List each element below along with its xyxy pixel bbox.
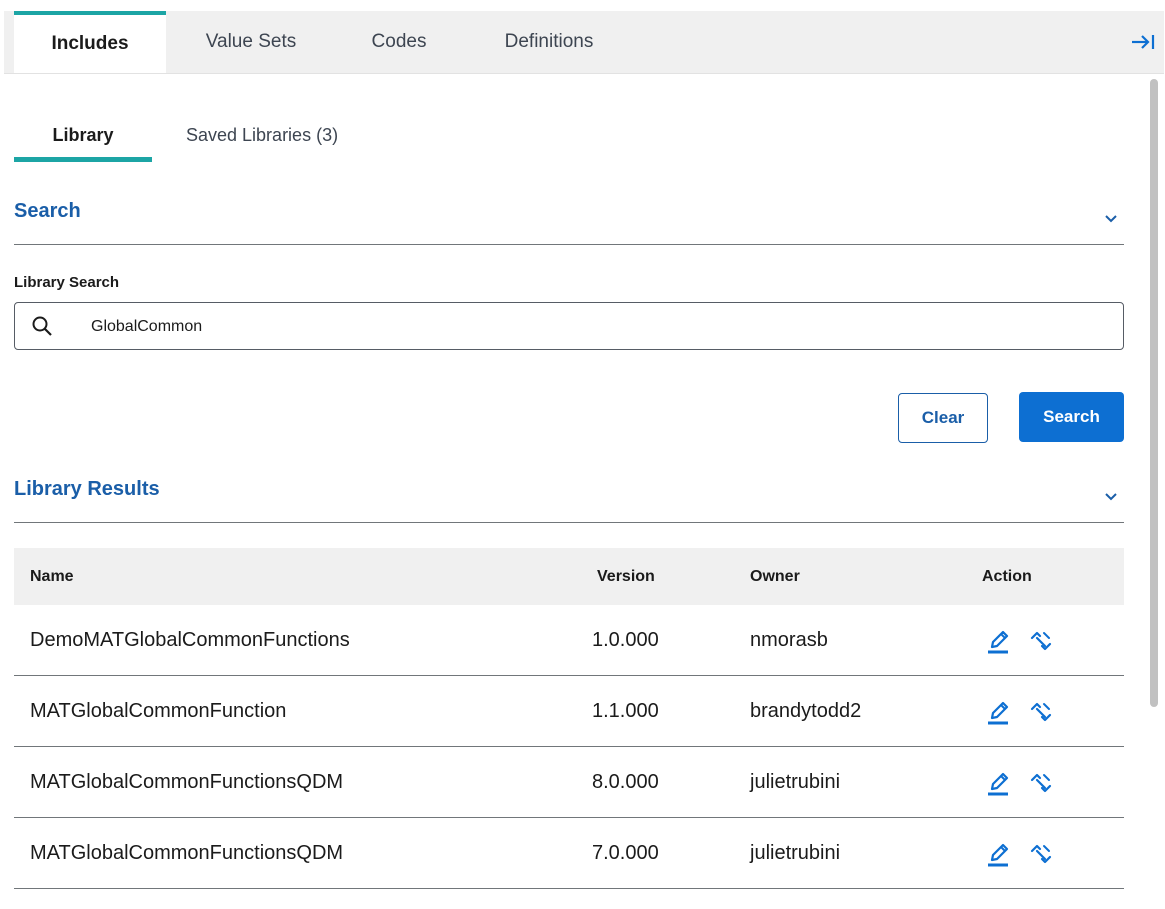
- table-row: MATGlobalCommonFunctionsQDM 8.0.000 juli…: [14, 747, 1124, 818]
- library-name-cell: DemoMATGlobalCommonFunctions: [30, 629, 350, 651]
- top-tab-bar: Includes Value Sets Codes Definitions: [4, 11, 1164, 74]
- library-name-cell: MATGlobalCommonFunctionsQDM: [30, 771, 344, 793]
- column-header-action: Action: [982, 568, 1032, 585]
- library-owner-cell: julietrubini: [750, 771, 841, 793]
- table-row: DemoMATGlobalCommonFunctions 1.0.000 nmo…: [14, 605, 1124, 676]
- library-search-label: Library Search: [14, 274, 120, 291]
- library-search-box: [14, 302, 1124, 350]
- edit-icon[interactable]: [986, 840, 1012, 868]
- table-header: Name Version Owner Action: [14, 548, 1124, 605]
- search-button[interactable]: Search: [1019, 392, 1124, 442]
- search-icon: [32, 316, 52, 336]
- tab-codes[interactable]: Codes: [344, 11, 454, 73]
- library-version-cell: 8.0.000: [592, 771, 659, 793]
- vertical-scrollbar[interactable]: [1148, 79, 1158, 909]
- library-results-table: Name Version Owner Action DemoMATGlobalC…: [14, 548, 1124, 889]
- library-results-title: Library Results: [14, 478, 160, 500]
- table-row: MATGlobalCommonFunctionsQDM 7.0.000 juli…: [14, 818, 1124, 889]
- tab-includes[interactable]: Includes: [14, 11, 166, 73]
- table-row: MATGlobalCommonFunction 1.1.000 brandyto…: [14, 676, 1124, 747]
- search-section-title: Search: [14, 200, 81, 222]
- unlink-icon[interactable]: [1028, 769, 1054, 797]
- library-version-cell: 1.1.000: [592, 700, 659, 722]
- clear-button[interactable]: Clear: [898, 393, 988, 443]
- arrow-right-to-line-icon[interactable]: [1130, 31, 1156, 53]
- library-owner-cell: brandytodd2: [750, 700, 862, 722]
- unlink-icon[interactable]: [1028, 840, 1054, 868]
- tab-saved-libraries[interactable]: Saved Libraries (3): [186, 116, 338, 162]
- library-name-cell: MATGlobalCommonFunctionsQDM: [30, 842, 344, 864]
- tab-value-sets[interactable]: Value Sets: [176, 11, 326, 73]
- column-header-version: Version: [597, 568, 655, 585]
- scrollbar-thumb[interactable]: [1150, 79, 1158, 707]
- edit-icon[interactable]: [986, 769, 1012, 797]
- edit-icon[interactable]: [986, 698, 1012, 726]
- library-owner-cell: nmorasb: [750, 629, 828, 651]
- library-version-cell: 1.0.000: [592, 629, 659, 651]
- tab-library[interactable]: Library: [14, 116, 152, 162]
- search-section-header[interactable]: Search: [14, 200, 1124, 245]
- column-header-name: Name: [30, 568, 74, 585]
- library-name-cell: MATGlobalCommonFunction: [30, 700, 287, 722]
- library-owner-cell: julietrubini: [750, 842, 841, 864]
- cql-workspace-panel: Includes Value Sets Codes Definitions Li…: [4, 11, 1164, 909]
- chevron-down-icon[interactable]: [1104, 214, 1118, 224]
- unlink-icon[interactable]: [1028, 627, 1054, 655]
- tab-definitions[interactable]: Definitions: [474, 11, 624, 73]
- library-version-cell: 7.0.000: [592, 842, 659, 864]
- library-search-input[interactable]: [89, 313, 1093, 341]
- library-results-section-header[interactable]: Library Results: [14, 478, 1124, 523]
- chevron-down-icon[interactable]: [1104, 492, 1118, 502]
- edit-icon[interactable]: [986, 627, 1012, 655]
- unlink-icon[interactable]: [1028, 698, 1054, 726]
- column-header-owner: Owner: [750, 568, 800, 585]
